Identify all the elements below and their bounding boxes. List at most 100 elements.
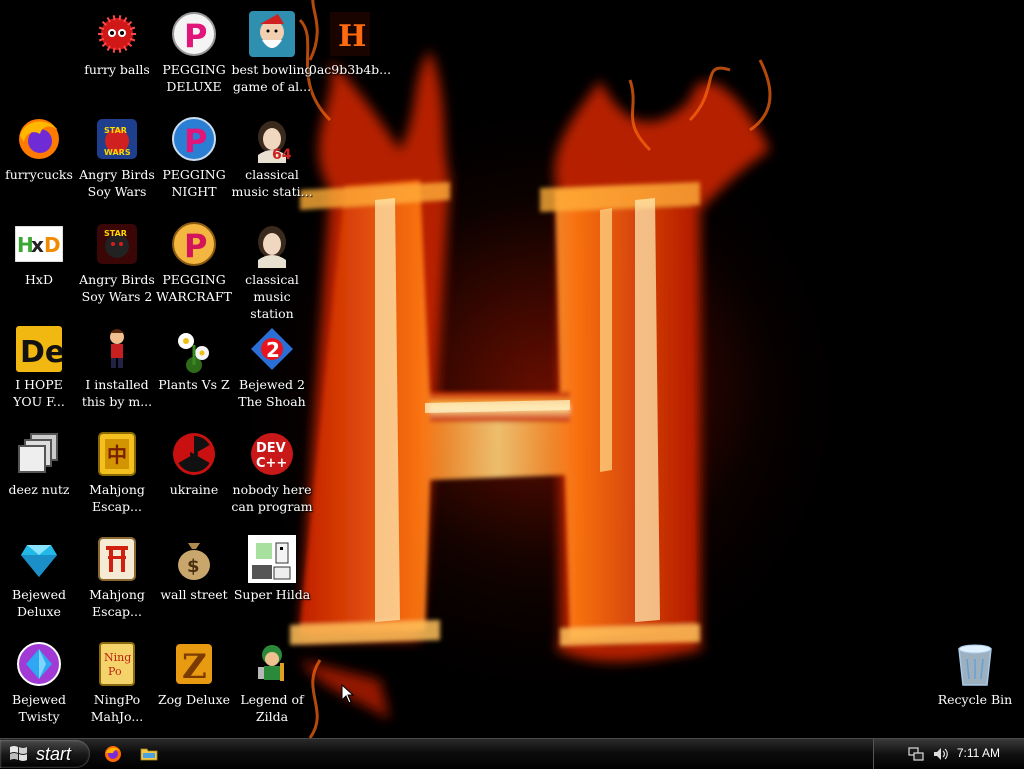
zog-z-icon: Z: [170, 640, 218, 688]
desktop-icon-ningpo-tile[interactable]: Ning Po NingPo MahJo...: [78, 640, 156, 725]
de-icon: De: [15, 325, 63, 373]
desktop-icon-mahjong-tile[interactable]: 中 Mahjong Escap...: [78, 430, 156, 515]
desktop-icon-zog-z[interactable]: Z Zog Deluxe: [155, 640, 233, 708]
svg-text:64: 64: [272, 147, 292, 163]
desktop-icon-label: HxD: [25, 272, 53, 287]
svg-text:C++: C++: [256, 456, 287, 471]
desktop-icon-label: furrycucks: [5, 167, 73, 182]
desktop-icon-bejeweled-twist[interactable]: Bejewed Twisty: [0, 640, 78, 725]
svg-text:Ning: Ning: [104, 651, 131, 664]
classical-music-icon: [248, 220, 296, 268]
desktop-icon-label: Bejewed Deluxe: [12, 587, 66, 619]
windows-logo-icon: [10, 746, 27, 761]
desktop-icon-fire-h[interactable]: H 0ac9b3b4b...: [308, 10, 392, 78]
desktop-icon-label: nobody here can program: [231, 482, 313, 514]
desktop-icon-label: PEGGING NIGHT: [162, 167, 226, 199]
desktop-icon-radiation[interactable]: ukraine: [155, 430, 233, 498]
desktop-icon-classical-music[interactable]: classical music station: [233, 220, 311, 322]
mahjong-gate-tile-icon: [93, 535, 141, 583]
desktop-icon-label: deez nutz: [8, 482, 70, 497]
desktop-icon-label: Angry Birds Soy Wars: [79, 167, 155, 199]
desktop-icon-label: Super Hilda: [233, 587, 311, 602]
desktop-icon-classical-music-64[interactable]: 64 classical music stati...: [231, 115, 313, 200]
desktop-icon-pixel-character[interactable]: Super Hilda: [233, 535, 311, 603]
desktop-icon-angry-birds-star-wars-2[interactable]: STAR Angry Birds Soy Wars 2: [78, 220, 156, 305]
folder-icon[interactable]: [140, 745, 158, 763]
desktop-icon-dev-cpp[interactable]: DEV C++ nobody here can program: [231, 430, 313, 515]
svg-text:x: x: [31, 233, 44, 257]
svg-text:$: $: [187, 556, 200, 577]
desktop-icon-label: I installed this by m...: [81, 377, 153, 409]
pixel-character-icon: [248, 535, 296, 583]
runner-character-icon: [93, 325, 141, 373]
hxd-icon: HxD: [15, 220, 63, 268]
svg-text:De: De: [20, 335, 62, 370]
volume-icon[interactable]: [932, 746, 948, 762]
desktop-icon-label: Bejewed Twisty: [12, 692, 66, 724]
clock[interactable]: 7:11 AM: [957, 746, 1000, 760]
desktop-icon-label: Zog Deluxe: [157, 692, 231, 707]
desktop-icon-red-furball[interactable]: furry balls: [78, 10, 156, 78]
ningpo-tile-icon: Ning Po: [93, 640, 141, 688]
desktop-icon-angry-birds-star-wars[interactable]: STAR WARS Angry Birds Soy Wars: [78, 115, 156, 200]
svg-text:STAR: STAR: [104, 126, 127, 135]
pegging-p-icon: P: [170, 10, 218, 58]
svg-text:DEV: DEV: [256, 441, 286, 456]
mahjong-tile-icon: 中: [93, 430, 141, 478]
angry-birds-star-wars-2-icon: STAR: [93, 220, 141, 268]
desktop-icon-label: wall street: [160, 587, 228, 602]
desktop-icon-label: Recycle Bin: [937, 692, 1013, 707]
zelda-character-icon: [248, 640, 296, 688]
desktop-icon-recycle-bin[interactable]: Recycle Bin: [936, 640, 1014, 708]
desktop-icon-label: PEGGING WARCRAFT: [156, 272, 232, 304]
desktop-icon-label: PEGGING DELUXE: [162, 62, 226, 94]
desktop-icon-label: ukraine: [169, 482, 219, 497]
desktop-icon-label: Mahjong Escap...: [89, 587, 145, 619]
desktop-icon-de[interactable]: De I HOPE YOU F...: [0, 325, 78, 410]
start-button[interactable]: start: [0, 740, 90, 768]
radiation-icon: [170, 430, 218, 478]
recycle-bin-icon: [951, 640, 999, 688]
svg-text:2: 2: [266, 338, 280, 362]
desktop-icon-label: Legend of Zilda: [240, 692, 304, 724]
desktop-icon-mahjong-gate-tile[interactable]: Mahjong Escap...: [78, 535, 156, 620]
bowling-santa-icon: [248, 10, 296, 58]
svg-text:H: H: [338, 19, 366, 54]
desktop-icon-bowling-santa[interactable]: best bowling game of al...: [231, 10, 313, 95]
desktop-icon-firefox[interactable]: furrycucks: [0, 115, 78, 183]
plants-flower-icon: [170, 325, 218, 373]
svg-text:中: 中: [107, 443, 127, 467]
desktop-icon-hxd[interactable]: Hx D HxD: [0, 220, 78, 288]
fire-h-icon: H: [326, 10, 374, 58]
desktop-icon-pegging-p[interactable]: P PEGGING DELUXE: [155, 10, 233, 95]
desktop-icon-label: furry balls: [84, 62, 150, 77]
desktop-icon-label: Angry Birds Soy Wars 2: [79, 272, 155, 304]
desktop-icon-plants-flower[interactable]: Plants Vs Z: [155, 325, 233, 393]
diamond-icon: [15, 535, 63, 583]
mouse-cursor-icon: [341, 684, 355, 704]
desktop-icon-pegging-night[interactable]: P PEGGING NIGHT: [155, 115, 233, 200]
desktop-icon-money-bag[interactable]: $ wall street: [155, 535, 233, 603]
firefox-icon[interactable]: [104, 745, 122, 763]
desktop-icon-label: NingPo MahJo...: [90, 692, 144, 724]
start-label: start: [36, 743, 72, 764]
desktop-icon-label: Bejewed 2 The Shoah: [238, 377, 306, 409]
svg-text:P: P: [184, 17, 207, 55]
desktop-icon-bejeweled-2[interactable]: 2 Bejewed 2 The Shoah: [233, 325, 311, 410]
bejeweled-2-icon: 2: [248, 325, 296, 373]
svg-text:Z: Z: [182, 647, 207, 686]
dev-cpp-icon: DEV C++: [248, 430, 296, 478]
desktop-icon-pegging-warcraft[interactable]: P PEGGING WARCRAFT: [155, 220, 233, 305]
desktop-icon-diamond[interactable]: Bejewed Deluxe: [0, 535, 78, 620]
desktop-icon-zelda-character[interactable]: Legend of Zilda: [233, 640, 311, 725]
desktop-icon-label: 0ac9b3b4b...: [308, 62, 392, 77]
pegging-warcraft-icon: P: [170, 220, 218, 268]
red-furball-icon: [93, 10, 141, 58]
desktop[interactable]: furry balls P PEGGING DELUXE best bowling g…: [0, 0, 1024, 738]
desktop-icon-runner-character[interactable]: I installed this by m...: [78, 325, 156, 410]
svg-text:WARS: WARS: [104, 148, 131, 157]
classical-music-64-icon: 64: [248, 115, 296, 163]
desktop-icon-label: classical music station: [245, 272, 299, 321]
network-icon[interactable]: [908, 746, 924, 762]
desktop-icon-stacked-windows[interactable]: deez nutz: [0, 430, 78, 498]
